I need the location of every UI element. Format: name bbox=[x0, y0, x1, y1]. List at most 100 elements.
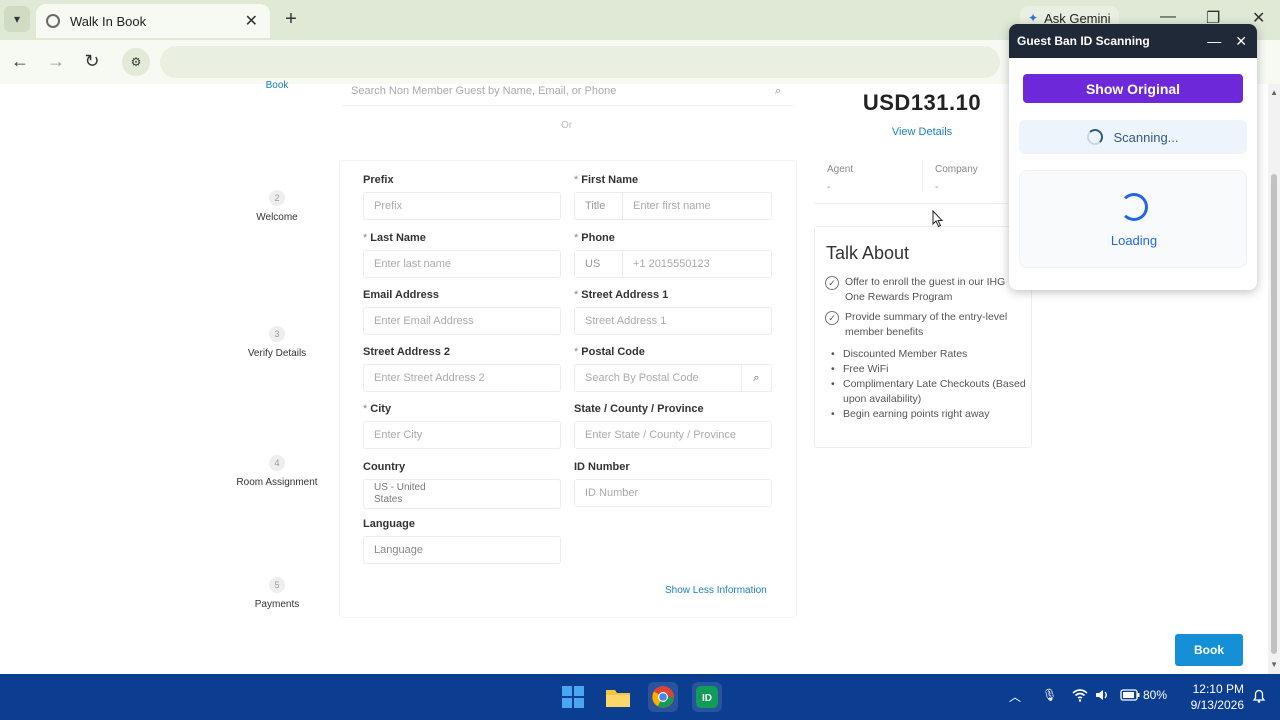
back-button[interactable]: ← bbox=[9, 51, 31, 72]
step-number: 5 bbox=[269, 577, 285, 593]
file-explorer-icon[interactable] bbox=[603, 682, 633, 712]
street-address-1-label: * Street Address 1 bbox=[574, 289, 669, 301]
country-label: Country bbox=[363, 461, 406, 473]
checkmark-circle-icon: ✓ bbox=[825, 311, 839, 325]
postal-code-label: * Postal Code bbox=[574, 346, 645, 358]
state-label: State / County / Province bbox=[574, 403, 704, 415]
battery-icon[interactable] bbox=[1120, 688, 1140, 705]
taskbar-clock[interactable]: 12:10 PM 9/13/2026 bbox=[1180, 681, 1244, 713]
step-room-assignment[interactable]: 4 Room Assignment bbox=[207, 455, 347, 488]
scrollbar-thumb[interactable] bbox=[1271, 174, 1277, 654]
guest-ban-id-scanning-popup: Guest Ban ID Scanning — ✕ Show Original … bbox=[1009, 24, 1257, 290]
street-address-2-label: Street Address 2 bbox=[363, 346, 451, 358]
tab-search-button[interactable]: ▾ bbox=[4, 6, 30, 32]
view-details-link[interactable]: View Details bbox=[814, 126, 1030, 138]
chevron-down-icon: ▾ bbox=[13, 12, 21, 26]
prefix-select[interactable]: Prefix bbox=[363, 192, 561, 220]
agent-label: Agent bbox=[827, 164, 854, 175]
step-verify-details[interactable]: 3 Verify Details bbox=[207, 326, 347, 359]
benefits-list: Discounted Member Rates Free WiFi Compli… bbox=[831, 347, 1027, 422]
country-select[interactable]: US - United States bbox=[363, 479, 561, 509]
step-payments[interactable]: 5 Payments bbox=[207, 577, 347, 610]
wifi-icon[interactable] bbox=[1072, 688, 1088, 705]
city-label: * City bbox=[363, 403, 392, 415]
list-item: Free WiFi bbox=[831, 362, 1027, 377]
battery-percentage: 80% bbox=[1143, 688, 1168, 702]
svg-text:ID: ID bbox=[702, 693, 712, 704]
spinner-icon bbox=[1120, 193, 1148, 221]
scroll-down-icon[interactable]: ▼ bbox=[1270, 660, 1278, 669]
step-label: Room Assignment bbox=[236, 477, 318, 488]
agent-value: - bbox=[827, 182, 831, 193]
step-number: 4 bbox=[269, 455, 285, 471]
company-label: Company bbox=[935, 164, 978, 175]
id-app-icon[interactable]: ID bbox=[692, 682, 722, 712]
guest-search-card: Search Non Member Guest by Name, Email, … bbox=[339, 84, 797, 144]
tab-close-icon[interactable]: ✕ bbox=[245, 11, 258, 31]
browser-tab[interactable]: Walk In Book ✕ bbox=[36, 4, 270, 38]
new-tab-button[interactable]: + bbox=[280, 8, 302, 31]
tray-overflow-chevron-icon[interactable]: ︿ bbox=[1009, 688, 1021, 705]
show-less-information-link[interactable]: Show Less Information bbox=[665, 585, 767, 596]
address-bar[interactable] bbox=[160, 46, 1000, 78]
company-value: - bbox=[935, 182, 939, 193]
id-number-input[interactable]: ID Number bbox=[574, 479, 772, 507]
mouse-cursor-icon bbox=[932, 210, 944, 228]
site-settings-icon: ⚙ bbox=[130, 55, 142, 69]
step-book[interactable]: Book bbox=[207, 80, 347, 91]
guest-search-input[interactable]: Search Non Member Guest by Name, Email, … bbox=[341, 84, 793, 106]
spinner-icon bbox=[1087, 129, 1104, 145]
windows-start-icon[interactable] bbox=[558, 682, 588, 712]
microphone-icon[interactable]: 🎙 bbox=[1042, 688, 1057, 702]
globe-icon bbox=[46, 14, 60, 28]
scroll-up-icon[interactable]: ▲ bbox=[1270, 88, 1278, 97]
clock-time: 12:10 PM bbox=[1192, 682, 1244, 696]
phone-field[interactable]: US +1 2015550123 bbox=[574, 250, 772, 278]
language-select[interactable]: Language bbox=[363, 536, 561, 564]
gemini-icon: ✦ bbox=[1028, 11, 1039, 25]
chrome-icon[interactable] bbox=[648, 682, 678, 712]
country-code-select[interactable]: US bbox=[575, 251, 623, 277]
search-icon[interactable]: ⌕ bbox=[775, 84, 781, 98]
scanning-status: Scanning... bbox=[1019, 120, 1247, 154]
scanning-label: Scanning... bbox=[1113, 129, 1179, 145]
city-input[interactable]: Enter City bbox=[363, 421, 561, 449]
step-label: Verify Details bbox=[247, 348, 307, 359]
first-name-input[interactable]: Enter first name bbox=[623, 200, 711, 212]
popup-minimize-button[interactable]: — bbox=[1207, 33, 1221, 49]
show-original-button[interactable]: Show Original bbox=[1023, 74, 1243, 103]
book-button[interactable]: Book bbox=[1175, 634, 1243, 666]
checkmark-circle-icon: ✓ bbox=[825, 276, 839, 290]
price-summary-card: USD131.10 View Details Agent - Company - bbox=[814, 84, 1010, 204]
step-welcome[interactable]: 2 Welcome bbox=[207, 190, 347, 223]
street-address-1-input[interactable]: Street Address 1 bbox=[574, 307, 772, 335]
loading-label: Loading bbox=[1110, 233, 1158, 248]
total-price: USD131.10 bbox=[862, 90, 982, 115]
last-name-input[interactable]: Enter last name bbox=[363, 250, 561, 278]
state-input[interactable]: Enter State / County / Province bbox=[574, 421, 772, 449]
phone-input[interactable]: +1 2015550123 bbox=[623, 258, 710, 270]
list-item: Complimentary Late Checkouts (Based upon… bbox=[831, 377, 1027, 407]
title-select[interactable]: Title bbox=[575, 193, 623, 219]
site-settings-button[interactable]: ⚙ bbox=[122, 48, 150, 76]
talk-check-item: ✓ Offer to enroll the guest in our IHG O… bbox=[825, 275, 1025, 305]
tab-title: Walk In Book bbox=[70, 13, 147, 29]
postal-code-input[interactable]: Search By Postal Code ⌕ bbox=[574, 364, 772, 392]
popup-close-button[interactable]: ✕ bbox=[1235, 33, 1247, 50]
talk-check-item: ✓ Provide summary of the entry-level mem… bbox=[825, 310, 1025, 340]
volume-icon[interactable] bbox=[1095, 688, 1111, 705]
reload-button[interactable]: ↻ bbox=[81, 51, 103, 72]
forward-button[interactable]: → bbox=[45, 51, 67, 72]
first-name-label: * First Name bbox=[574, 174, 639, 186]
street-address-2-input[interactable]: Enter Street Address 2 bbox=[363, 364, 561, 392]
email-input[interactable]: Enter Email Address bbox=[363, 307, 561, 335]
notification-icon[interactable] bbox=[1251, 688, 1267, 707]
clock-date: 9/13/2026 bbox=[1190, 698, 1244, 712]
last-name-label: * Last Name bbox=[363, 232, 426, 244]
list-item: Discounted Member Rates bbox=[831, 347, 1027, 362]
email-label: Email Address bbox=[363, 289, 440, 301]
step-label: Payments bbox=[254, 599, 300, 610]
list-item: Begin earning points right away bbox=[831, 407, 1027, 422]
postal-search-icon[interactable]: ⌕ bbox=[741, 365, 771, 391]
first-name-field[interactable]: Title Enter first name bbox=[574, 192, 772, 220]
